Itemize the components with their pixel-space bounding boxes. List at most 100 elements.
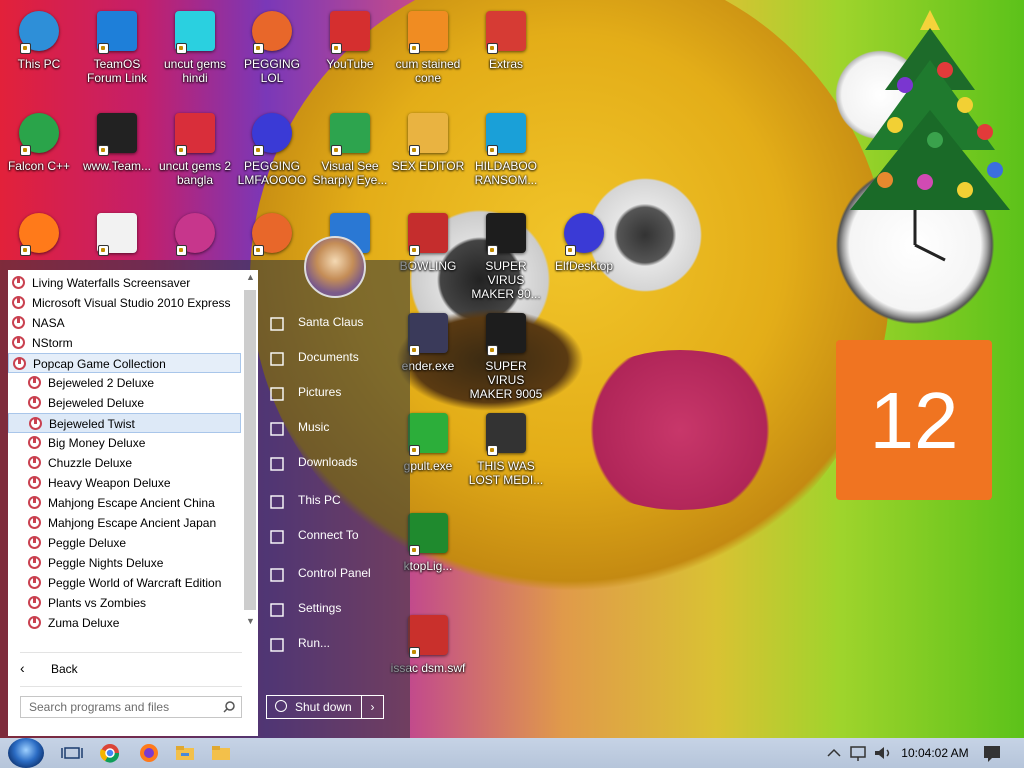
desktop-icon-label: Falcon C++: [7, 159, 71, 173]
desktop-icon[interactable]: ElfDesktop: [545, 210, 623, 273]
start-right-item-label: Connect To: [298, 528, 359, 542]
camera-bag-icon: [483, 310, 529, 356]
folder-icon[interactable]: [209, 741, 235, 765]
program-folder-item[interactable]: Living Waterfalls Screensaver: [8, 273, 241, 293]
robot-icon: [405, 310, 451, 356]
start-right-item[interactable]: Settings: [268, 594, 403, 622]
volume-icon[interactable]: [871, 741, 897, 765]
desktop-icon[interactable]: HILDABOO RANSOM...: [467, 110, 545, 187]
desktop-icon[interactable]: SEX EDITOR: [389, 110, 467, 173]
search-input[interactable]: Search programs and files: [20, 696, 242, 718]
program-folder-item[interactable]: Popcap Game Collection: [8, 353, 241, 373]
desktop-icon[interactable]: YouTube: [311, 8, 389, 71]
desktop-icon[interactable]: cum stained cone: [389, 8, 467, 85]
desktop-icon[interactable]: Extras: [467, 8, 545, 71]
calendar-gadget: 12: [836, 340, 992, 500]
program-item[interactable]: Bejeweled Deluxe: [8, 393, 241, 413]
desktop-icon[interactable]: THIS WAS LOST MEDI...: [467, 410, 545, 487]
program-label: Peggle Nights Deluxe: [48, 556, 164, 570]
task-view-icon[interactable]: [60, 741, 86, 765]
program-folder-item[interactable]: NASA: [8, 313, 241, 333]
desktop-icon[interactable]: This PC: [0, 8, 78, 71]
start-right-item-label: Run...: [298, 636, 331, 650]
shortcut-arrow-icon: [487, 43, 498, 54]
music-icon: [268, 419, 286, 436]
program-item[interactable]: Big Money Deluxe: [8, 433, 241, 453]
wg-icon: [483, 110, 529, 156]
desktop-icon[interactable]: Falcon C++: [0, 110, 78, 173]
program-item[interactable]: Bejeweled 2 Deluxe: [8, 373, 241, 393]
start-right-item[interactable]: Run...: [268, 629, 403, 657]
programs-scrollbar[interactable]: ▲ ▼: [243, 270, 258, 632]
program-item[interactable]: Peggle Nights Deluxe: [8, 553, 241, 573]
chevron-up-icon[interactable]: [822, 741, 848, 765]
desktop-icon[interactable]: PEGGING LMFAOOOO: [233, 110, 311, 187]
start-right-item[interactable]: Music: [268, 413, 403, 441]
program-folder-item[interactable]: NStorm: [8, 333, 241, 353]
program-item[interactable]: Peggle Deluxe: [8, 533, 241, 553]
run-icon: [268, 635, 286, 652]
desktop-icon[interactable]: [233, 210, 311, 259]
shortcut-arrow-icon: [253, 145, 264, 156]
program-item[interactable]: Zuma Deluxe: [8, 613, 241, 633]
program-label: Heavy Weapon Deluxe: [48, 476, 171, 490]
start-right-item[interactable]: Documents: [268, 343, 403, 371]
start-right-item[interactable]: Downloads: [268, 448, 403, 476]
program-item[interactable]: Plants vs Zombies: [8, 593, 241, 613]
notification-icon[interactable]: [980, 741, 1006, 765]
start-right-item[interactable]: Pictures: [268, 378, 403, 406]
program-item[interactable]: Chuzzle Deluxe: [8, 453, 241, 473]
connect-icon: [268, 527, 286, 544]
desktop-icon[interactable]: www.Team...: [78, 110, 156, 173]
program-folder-item[interactable]: Microsoft Visual Studio 2010 Express: [8, 293, 241, 313]
program-icon: [12, 316, 25, 329]
desktop-icon[interactable]: Visual See Sharply Eye...: [311, 110, 389, 187]
desktop-icon[interactable]: uncut gems hindi: [156, 8, 234, 85]
desktop-icon[interactable]: uncut gems 2 bangla: [156, 110, 234, 187]
shortcut-arrow-icon: [331, 43, 342, 54]
back-button[interactable]: ‹ Back: [8, 656, 241, 682]
camera-bag-icon: [483, 210, 529, 256]
gear-icon: [268, 600, 286, 617]
start-right-item[interactable]: This PC: [268, 486, 403, 514]
start-right-item[interactable]: Connect To: [268, 521, 403, 549]
program-item[interactable]: Bejeweled Twist: [8, 413, 241, 433]
start-orb-button[interactable]: [8, 738, 44, 768]
network-icon[interactable]: [847, 741, 873, 765]
scroll-thumb[interactable]: [244, 290, 256, 610]
program-item[interactable]: Mahjong Escape Ancient Japan: [8, 513, 241, 533]
calendar-day: 12: [869, 376, 959, 465]
program-label: Microsoft Visual Studio 2010 Express: [32, 296, 231, 310]
back-arrow-icon: ‹: [20, 660, 25, 676]
program-item[interactable]: Mahjong Escape Ancient China: [8, 493, 241, 513]
desktop-icon[interactable]: [156, 210, 234, 259]
program-label: Peggle World of Warcraft Edition: [48, 576, 222, 590]
program-item[interactable]: Heavy Weapon Deluxe: [8, 473, 241, 493]
user-avatar[interactable]: [304, 236, 366, 298]
diamond-icon: [172, 8, 218, 54]
program-icon: [28, 396, 41, 409]
program-item[interactable]: Peggle World of Warcraft Edition: [8, 573, 241, 593]
desktop-icon[interactable]: SUPER VIRUS MAKER 9005: [467, 310, 545, 401]
firefox-icon[interactable]: [137, 741, 163, 765]
start-right-item[interactable]: Santa Claus: [268, 308, 403, 336]
shortcut-arrow-icon: [331, 145, 342, 156]
desktop-icon[interactable]: [78, 210, 156, 259]
scroll-up-arrow[interactable]: ▲: [246, 272, 255, 282]
shortcut-arrow-icon: [409, 245, 420, 256]
ornament-icon: [561, 210, 607, 256]
taskbar: [0, 738, 1024, 768]
desktop-icon[interactable]: PEGGING LOL: [233, 8, 311, 85]
start-right-item[interactable]: Control Panel: [268, 559, 403, 587]
christmas-tree-icon: [405, 510, 451, 556]
shutdown-button[interactable]: Shut down: [266, 695, 362, 719]
desktop-icon[interactable]: TeamOS Forum Link: [78, 8, 156, 85]
desktop-icon[interactable]: SUPER VIRUS MAKER 90...: [467, 210, 545, 301]
taskbar-clock[interactable]: 10:04:02 AM: [900, 738, 970, 768]
desktop-icon[interactable]: [0, 210, 78, 259]
chrome-icon[interactable]: [98, 741, 124, 765]
file-explorer-icon[interactable]: [173, 741, 199, 765]
shutdown-options-button[interactable]: ›: [361, 695, 384, 719]
traffic-cone-icon: [405, 8, 451, 54]
scroll-down-arrow[interactable]: ▼: [246, 616, 255, 626]
